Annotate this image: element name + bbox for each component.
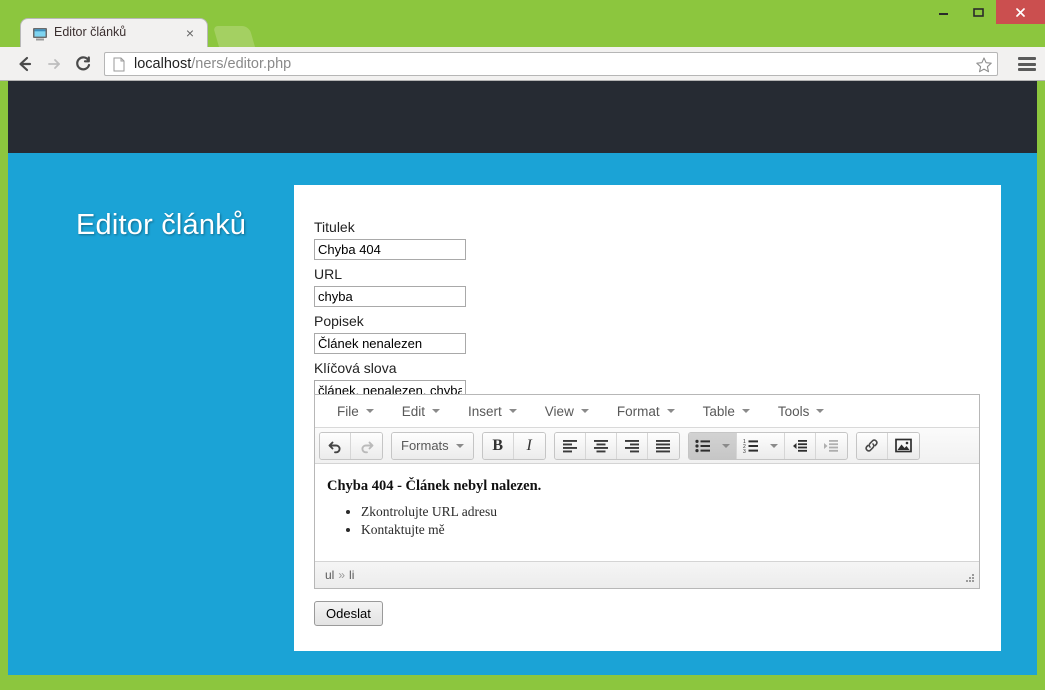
menu-insert[interactable]: Insert: [458, 401, 527, 422]
new-tab-button[interactable]: [212, 26, 256, 47]
editor-menubar: File Edit Insert View Format Table Tools: [315, 395, 979, 428]
align-right-icon[interactable]: [616, 432, 648, 459]
editor-content-area[interactable]: Chyba 404 - Článek nebyl nalezen. Zkontr…: [315, 464, 979, 561]
list-item: Kontaktujte mě: [361, 521, 967, 539]
back-arrow-icon[interactable]: [10, 49, 39, 78]
menu-format-label: Format: [616, 403, 660, 419]
formats-dropdown[interactable]: Formats: [392, 432, 473, 459]
editor-toolbar: Formats B I 1 2 3: [315, 428, 979, 464]
outdent-icon[interactable]: [784, 432, 816, 459]
element-path-li[interactable]: li: [349, 568, 354, 582]
menu-view[interactable]: View: [535, 401, 599, 422]
chevron-down-icon: [455, 443, 464, 448]
field-label-popisek: Popisek: [314, 313, 364, 329]
insert-button-group: [855, 431, 920, 460]
editor-statusbar: ul » li: [315, 561, 979, 588]
align-button-group: [553, 431, 680, 460]
align-center-icon[interactable]: [585, 432, 617, 459]
align-justify-icon[interactable]: [647, 432, 679, 459]
address-bar[interactable]: localhost/ners/editor.php: [104, 52, 998, 76]
reload-icon[interactable]: [68, 49, 97, 78]
form-field-url: URL: [314, 266, 974, 307]
list-button-group: 123: [687, 431, 848, 460]
indent-icon[interactable]: [815, 432, 847, 459]
editor-bullet-list: Zkontrolujte URL adresu Kontaktujte mě: [361, 503, 967, 539]
chevron-down-icon: [741, 409, 750, 413]
history-button-group: [319, 431, 383, 460]
chevron-down-icon: [508, 409, 517, 413]
style-button-group: B I: [481, 431, 546, 460]
list-item: Zkontrolujte URL adresu: [361, 503, 967, 521]
path-separator: »: [338, 568, 346, 582]
chevron-down-icon: [769, 443, 778, 448]
bold-button[interactable]: B: [482, 432, 514, 459]
bold-label: B: [492, 436, 503, 454]
tab-close-icon[interactable]: ×: [183, 26, 197, 40]
popisek-input[interactable]: [314, 333, 466, 354]
menu-tools-label: Tools: [777, 403, 810, 419]
page-viewport: Editor článků Titulek URL Popisek Klíčov…: [8, 81, 1037, 675]
rich-text-editor: File Edit Insert View Format Table Tools: [314, 394, 980, 589]
browser-tab[interactable]: Editor článků ×: [20, 18, 208, 47]
menu-format[interactable]: Format: [607, 401, 685, 422]
chevron-down-icon: [365, 409, 374, 413]
menu-insert-label: Insert: [468, 403, 502, 419]
tab-strip: Editor článků ×: [0, 18, 1045, 47]
link-icon[interactable]: [856, 432, 888, 459]
menu-table[interactable]: Table: [693, 401, 760, 422]
editor-card: Titulek URL Popisek Klíčová slova: [294, 185, 1001, 651]
url-input[interactable]: [314, 286, 466, 307]
svg-text:3: 3: [743, 449, 746, 453]
menu-view-label: View: [544, 403, 574, 419]
chevron-down-icon: [721, 443, 730, 448]
form-field-popisek: Popisek: [314, 313, 974, 354]
element-path-ul[interactable]: ul: [325, 568, 334, 582]
hamburger-menu-icon[interactable]: [1017, 54, 1037, 74]
menu-file[interactable]: File: [327, 401, 384, 422]
menu-edit-label: Edit: [401, 403, 426, 419]
numbered-list-icon[interactable]: 123: [736, 432, 785, 459]
document-icon: [113, 57, 125, 72]
forward-arrow-icon[interactable]: [39, 49, 68, 78]
address-bar-text: localhost/ners/editor.php: [134, 56, 291, 72]
resize-grip-icon[interactable]: [963, 573, 975, 585]
chevron-down-icon: [580, 409, 589, 413]
redo-icon[interactable]: [351, 432, 382, 459]
undo-icon[interactable]: [320, 432, 351, 459]
titulek-input[interactable]: [314, 239, 466, 260]
page-title: Editor článků: [76, 209, 247, 241]
computer-monitor-icon: [32, 26, 48, 42]
italic-label: I: [526, 436, 532, 454]
menu-tools[interactable]: Tools: [768, 401, 835, 422]
url-host: localhost: [134, 56, 192, 72]
browser-window: Editor článků × localhost/ners/editor.ph…: [0, 0, 1045, 690]
bookmark-star-icon[interactable]: [975, 56, 993, 74]
field-label-klicova-slova: Klíčová slova: [314, 360, 397, 376]
form-field-titulek: Titulek: [314, 219, 974, 260]
italic-button[interactable]: I: [513, 432, 545, 459]
image-icon[interactable]: [887, 432, 919, 459]
editor-heading-text: Chyba 404 - Článek nebyl nalezen.: [327, 478, 542, 494]
menu-edit[interactable]: Edit: [392, 401, 450, 422]
url-path: /ners/editor.php: [191, 56, 292, 72]
align-left-icon[interactable]: [554, 432, 586, 459]
tab-title: Editor článků: [54, 25, 127, 39]
menu-file-label: File: [337, 403, 359, 419]
site-header-bar: [8, 81, 1037, 153]
formats-label: Formats: [401, 438, 449, 453]
formats-button-group: Formats: [391, 431, 474, 460]
menu-table-label: Table: [702, 403, 735, 419]
submit-button[interactable]: Odeslat: [314, 601, 383, 626]
field-label-url: URL: [314, 266, 343, 282]
chevron-down-icon: [666, 409, 675, 413]
field-label-titulek: Titulek: [314, 219, 355, 235]
chevron-down-icon: [816, 409, 825, 413]
article-form: Titulek URL Popisek Klíčová slova: [314, 219, 974, 407]
bullet-list-icon[interactable]: [688, 432, 737, 459]
chevron-down-icon: [432, 409, 441, 413]
browser-toolbar: localhost/ners/editor.php: [0, 47, 1045, 81]
